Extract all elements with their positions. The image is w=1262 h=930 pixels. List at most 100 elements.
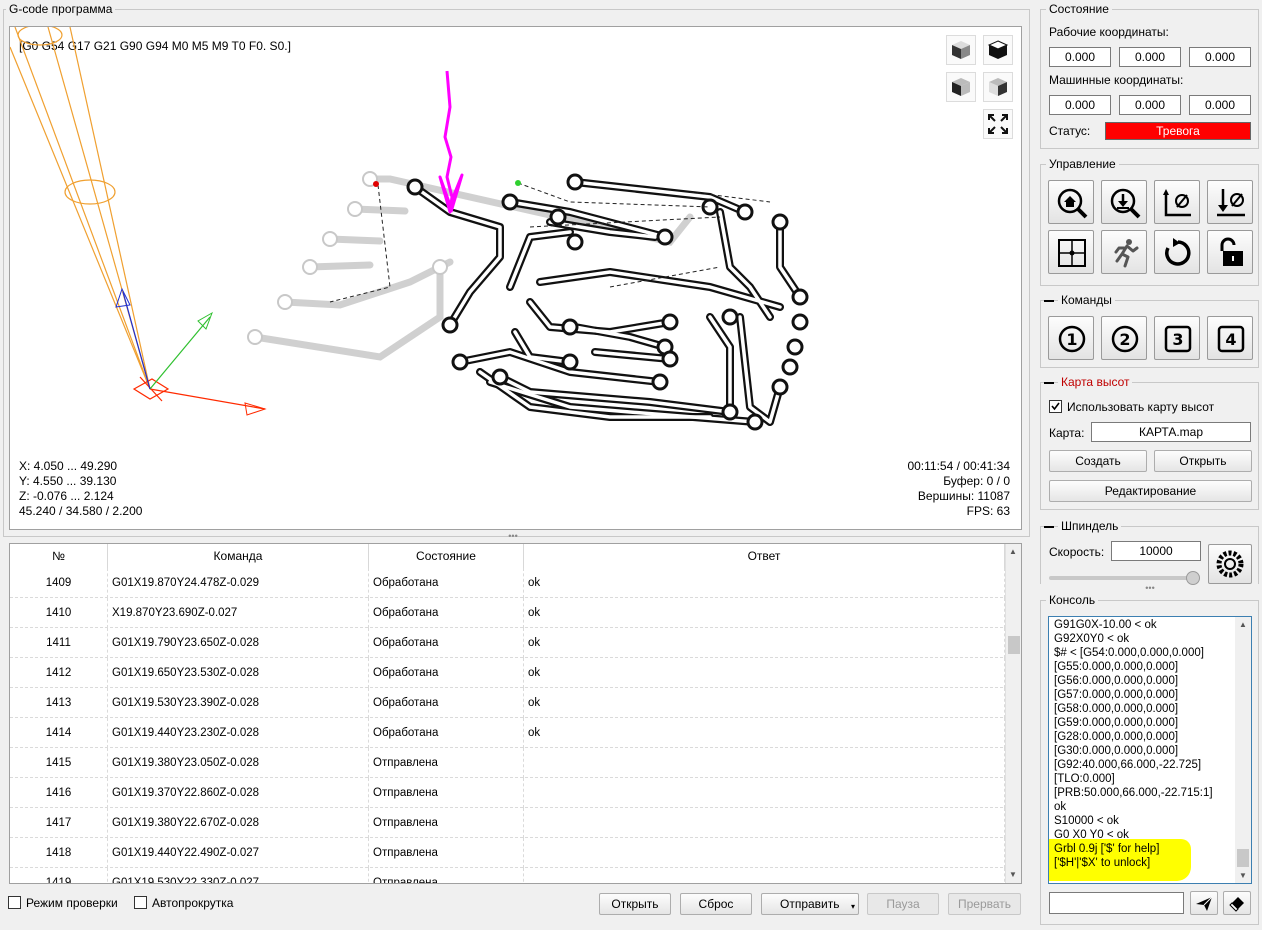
table-row[interactable]: 1415 G01X19.380Y23.050Z-0.028 Отправлена <box>10 748 1005 778</box>
table-row[interactable]: 1413 G01X19.530Y23.390Z-0.028 Обработана ok <box>10 688 1005 718</box>
scroll-down-arrow[interactable]: ▼ <box>1009 870 1017 879</box>
row-number: 1415 <box>10 748 108 778</box>
row-response: ok <box>528 718 1005 748</box>
spindle-collapse-indicator[interactable] <box>1044 526 1054 528</box>
home-button[interactable] <box>1048 180 1094 224</box>
use-heightmap-checkbox[interactable] <box>1049 400 1062 413</box>
fit-view-button[interactable] <box>983 109 1013 139</box>
view-top-button[interactable] <box>983 35 1013 65</box>
console-command-input[interactable] <box>1049 892 1184 914</box>
edit-map-button[interactable]: Редактирование <box>1049 480 1252 502</box>
scroll-thumb[interactable] <box>1008 636 1020 654</box>
row-command: G01X19.790Y23.650Z-0.028 <box>112 628 369 658</box>
row-number: 1418 <box>10 838 108 868</box>
zero-xy-button[interactable] <box>1154 180 1200 224</box>
row-state: Обработана <box>373 688 524 718</box>
autoscroll-checkbox[interactable] <box>134 896 147 909</box>
view-front-button[interactable] <box>946 35 976 65</box>
commands-collapse-indicator[interactable] <box>1044 300 1054 302</box>
spindle-slider-handle[interactable] <box>1186 571 1200 585</box>
console-scroll-up[interactable]: ▲ <box>1239 620 1247 629</box>
table-row[interactable]: 1416 G01X19.370Y22.860Z-0.028 Отправлена <box>10 778 1005 808</box>
reset-button[interactable]: Сброс <box>680 893 752 915</box>
col-header-command[interactable]: Команда <box>108 544 369 568</box>
console-scroll-thumb[interactable] <box>1237 849 1249 867</box>
row-number: 1414 <box>10 718 108 748</box>
create-map-button[interactable]: Создать <box>1049 450 1147 472</box>
map-label: Карта: <box>1049 426 1085 440</box>
soft-reset-button[interactable] <box>1154 230 1200 274</box>
table-row[interactable]: 1419 G01X19.530Y22.330Z-0.027 Отправлена <box>10 868 1005 883</box>
col-header-number[interactable]: № <box>10 544 108 568</box>
job-time: 00:11:54 / 00:41:34 <box>907 459 1010 473</box>
console-scrollbar[interactable]: ▲ ▼ <box>1235 617 1251 883</box>
work-coord-z: 0.000 <box>1189 47 1251 67</box>
col-header-response[interactable]: Ответ <box>524 544 1005 568</box>
checkmark-icon <box>1051 402 1060 411</box>
spindle-speed-slider[interactable] <box>1049 576 1199 580</box>
console-send-button[interactable] <box>1190 891 1218 915</box>
row-number: 1413 <box>10 688 108 718</box>
unlock-button[interactable] <box>1207 230 1253 274</box>
user-command-4-button[interactable]: 4 <box>1207 316 1253 360</box>
pause-button[interactable]: Пауза <box>867 893 939 915</box>
console-clear-button[interactable] <box>1223 891 1251 915</box>
console-scroll-down[interactable]: ▼ <box>1239 871 1247 880</box>
console-line: ['$H'|'$X' to unlock] <box>1054 857 1151 869</box>
cube-top-icon <box>987 40 1009 59</box>
row-command: G01X19.380Y22.670Z-0.028 <box>112 808 369 838</box>
row-number: 1409 <box>10 568 108 598</box>
splitter-handle[interactable]: ••• <box>502 532 524 541</box>
col-header-state[interactable]: Состояние <box>369 544 524 568</box>
map-file-field[interactable]: КАРТА.map <box>1091 422 1251 442</box>
table-row[interactable]: 1411 G01X19.790Y23.650Z-0.028 Обработана ok <box>10 628 1005 658</box>
row-state: Отправлена <box>373 808 524 838</box>
row-state: Отправлена <box>373 838 524 868</box>
console-line: [G55:0.000,0.000,0.000] <box>1054 661 1179 673</box>
row-response: ok <box>528 628 1005 658</box>
row-command: G01X19.440Y22.490Z-0.027 <box>112 838 369 868</box>
spindle-gear-icon <box>1216 550 1244 578</box>
open-map-button[interactable]: Открыть <box>1154 450 1252 472</box>
row-number: 1419 <box>10 868 108 883</box>
vertex-count: Вершины: 11087 <box>917 489 1010 503</box>
command-table[interactable]: № Команда Состояние Ответ 1409 G01X19.870… <box>9 543 1022 884</box>
table-scrollbar[interactable]: ▲ ▼ <box>1005 544 1021 883</box>
right-splitter-handle[interactable]: ••• <box>1138 584 1162 593</box>
spindle-speed-label: Скорость: <box>1049 545 1105 559</box>
row-number: 1416 <box>10 778 108 808</box>
table-row[interactable]: 1410 X19.870Y23.690Z-0.027 Обработана ok <box>10 598 1005 628</box>
user-command-3-button[interactable]: 3 <box>1154 316 1200 360</box>
row-state: Обработана <box>373 628 524 658</box>
send-button[interactable]: Отправить ▾ <box>761 893 859 915</box>
safe-position-button[interactable] <box>1101 230 1147 274</box>
restore-origin-button[interactable] <box>1048 230 1094 274</box>
user-command-2-button[interactable]: 2 <box>1101 316 1147 360</box>
view-iso-button[interactable] <box>983 72 1013 102</box>
zero-z-button[interactable] <box>1207 180 1253 224</box>
console-output[interactable]: G91G0X-10.00 < ok G92X0Y0 < ok $# < [G54:0… <box>1048 616 1252 884</box>
console-line: G92X0Y0 < ok <box>1054 633 1130 645</box>
spindle-toggle-button[interactable] <box>1208 544 1252 584</box>
spindle-speed-input[interactable]: 10000 <box>1111 541 1201 561</box>
table-row[interactable]: 1412 G01X19.650Y23.530Z-0.028 Обработана ok <box>10 658 1005 688</box>
row-response <box>528 778 1005 808</box>
user-command-1-button[interactable]: 1 <box>1048 316 1094 360</box>
table-row[interactable]: 1414 G01X19.440Y23.230Z-0.028 Обработана ok <box>10 718 1005 748</box>
scroll-up-arrow[interactable]: ▲ <box>1009 547 1017 556</box>
check-mode-checkbox[interactable] <box>8 896 21 909</box>
status-label: Статус: <box>1049 124 1091 138</box>
heightmap-collapse-indicator[interactable] <box>1044 382 1054 384</box>
table-row[interactable]: 1417 G01X19.380Y22.670Z-0.028 Отправлена <box>10 808 1005 838</box>
table-row[interactable]: 1409 G01X19.870Y24.478Z-0.029 Обработана ok <box>10 568 1005 598</box>
table-row[interactable]: 1418 G01X19.440Y22.490Z-0.027 Отправлена <box>10 838 1005 868</box>
bounds-y: Y: 4.550 ... 39.130 <box>19 474 117 488</box>
work-coord-x: 0.000 <box>1049 47 1111 67</box>
gcode-3d-view[interactable]: [G0 G54 G17 G21 G90 G94 M0 M5 M9 T0 F0. … <box>9 26 1022 530</box>
abort-button[interactable]: Прервать <box>948 893 1021 915</box>
open-file-button[interactable]: Открыть <box>599 893 671 915</box>
view-left-button[interactable] <box>946 72 976 102</box>
console-line: [G92:40.000,66.000,-22.725] <box>1054 759 1202 771</box>
z-probe-button[interactable] <box>1101 180 1147 224</box>
spindle-group-title: Шпиндель <box>1058 519 1122 533</box>
